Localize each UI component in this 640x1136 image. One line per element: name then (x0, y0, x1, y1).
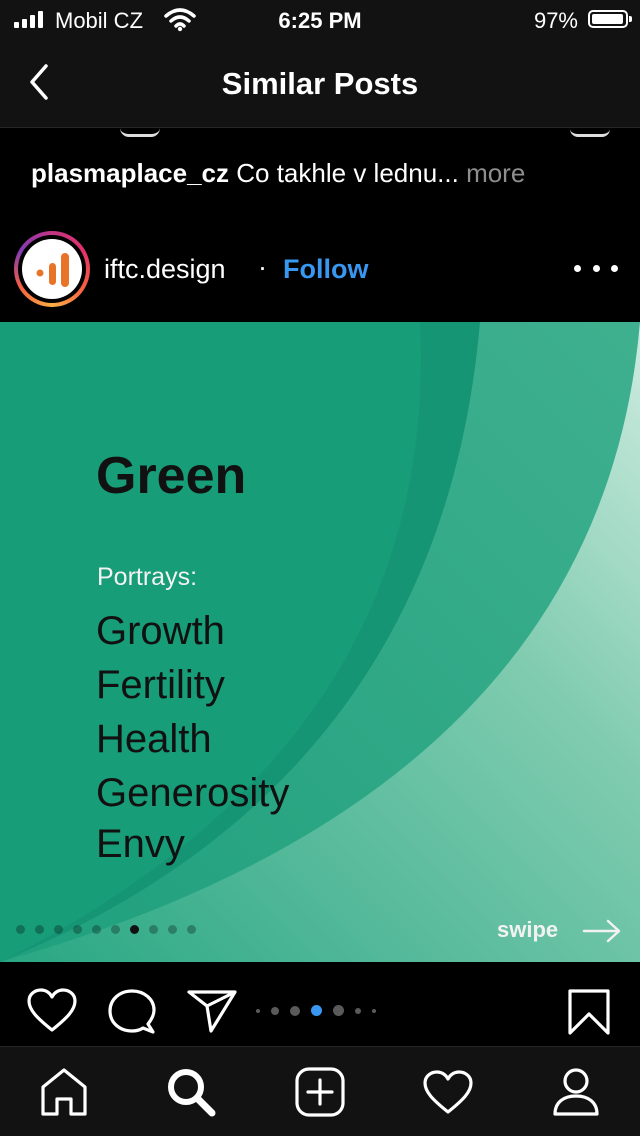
navigation-header: Similar Posts (0, 40, 640, 128)
post-action-bar (0, 962, 640, 1046)
post-caption: plasmaplace_cz Co takhle v lednu... more (31, 158, 525, 189)
new-post-icon[interactable] (295, 1067, 345, 1117)
activity-heart-icon[interactable] (423, 1070, 473, 1116)
status-bar: Mobil CZ 6:25 PM 97% (0, 0, 640, 40)
paper-plane-icon[interactable] (187, 988, 237, 1034)
more-link[interactable]: more (466, 158, 525, 188)
previous-post-icon-fragment (570, 128, 610, 137)
avatar[interactable] (14, 231, 90, 307)
caption-username[interactable]: plasmaplace_cz (31, 158, 229, 188)
back-chevron-icon[interactable] (24, 62, 56, 102)
battery-icon (588, 10, 632, 28)
follow-button[interactable]: Follow (283, 254, 368, 285)
post-image[interactable] (0, 322, 640, 962)
more-options-icon[interactable] (574, 250, 618, 286)
profile-icon[interactable] (552, 1067, 600, 1117)
carousel-dot (256, 1008, 260, 1013)
brand-logo-icon (36, 253, 69, 287)
previous-post-icon-fragment (120, 128, 160, 137)
page-title: Similar Posts (221, 66, 419, 101)
heart-icon[interactable] (27, 988, 77, 1034)
carousel-dot (372, 1008, 376, 1013)
post-username[interactable]: iftc.design (104, 254, 226, 285)
carousel-dot (311, 1005, 322, 1016)
home-icon[interactable] (40, 1067, 88, 1117)
carousel-dot (355, 1007, 361, 1014)
bottom-tab-bar (0, 1046, 640, 1136)
carousel-dot (333, 1005, 344, 1016)
comment-icon[interactable] (108, 988, 156, 1036)
post-image-background (0, 322, 640, 962)
carousel-dot (271, 1006, 279, 1015)
carousel-page-indicator (256, 1005, 376, 1016)
battery-percentage: 97% (533, 8, 578, 33)
bookmark-icon[interactable] (567, 988, 611, 1036)
previous-post: plasmaplace_cz Co takhle v lednu... more (0, 128, 640, 210)
separator-dot: · (258, 252, 267, 282)
search-icon[interactable] (166, 1067, 216, 1117)
post-header: iftc.design · Follow (0, 214, 640, 322)
carousel-dot (290, 1005, 300, 1016)
caption-text: Co takhle v lednu... (236, 158, 459, 188)
